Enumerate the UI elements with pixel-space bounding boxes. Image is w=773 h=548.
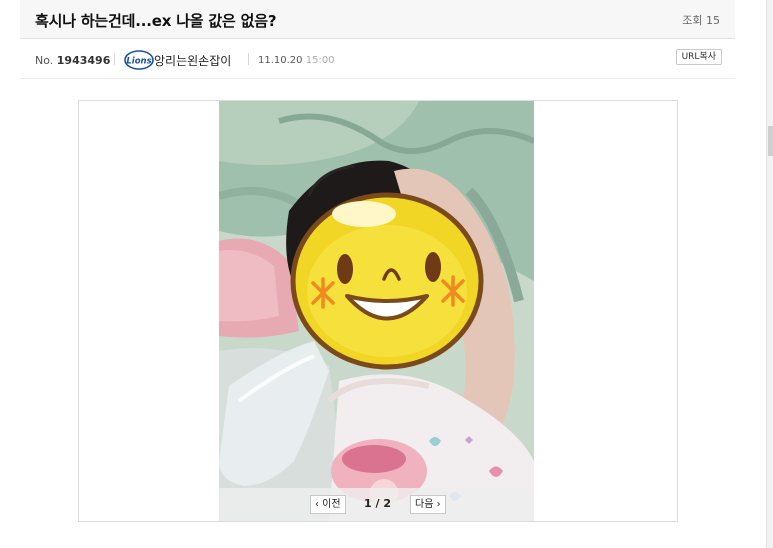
post-number: No. 1943496 [35, 54, 110, 67]
view-count: 조회 15 [682, 14, 720, 27]
author-name[interactable]: 앙리는왼손잡이 [154, 52, 231, 69]
post-time: 15:00 [305, 55, 335, 66]
lions-logo-icon: Lions [124, 50, 154, 70]
page-scrollbar[interactable] [766, 0, 773, 548]
image-counter: 1 / 2 [364, 497, 391, 510]
post-title: 혹시나 하는건데...ex 나올 값은 없음? [35, 12, 277, 30]
post-date-value: 11.10.20 [258, 55, 303, 66]
post-number-label: No. [35, 54, 54, 67]
lions-logo-text: Lions [126, 57, 151, 67]
image-viewer: ‹ 이전 1 / 2 다음 › [78, 100, 678, 522]
post-date: 11.10.20 15:00 [258, 55, 335, 66]
smiley-emoji-icon [290, 192, 484, 370]
url-copy-button[interactable]: URL복사 [675, 49, 722, 65]
next-image-button[interactable]: 다음 › [410, 495, 446, 514]
divider [114, 53, 115, 65]
post-photo[interactable] [219, 101, 534, 521]
post-meta: No. 1943496 Lions 앙리는왼손잡이 11.10.20 15:00… [20, 40, 735, 79]
post-header: 혹시나 하는건데...ex 나올 값은 없음? 조회 15 [20, 0, 735, 39]
post-number-value: 1943496 [56, 54, 111, 67]
prev-image-button[interactable]: ‹ 이전 [310, 495, 346, 514]
post-view: 혹시나 하는건데...ex 나올 값은 없음? 조회 15 No. 194349… [0, 0, 773, 548]
photo-illustration [219, 101, 534, 521]
scrollbar-thumb[interactable] [768, 126, 773, 156]
divider [248, 53, 249, 65]
gallery-pager: ‹ 이전 1 / 2 다음 › [219, 488, 534, 521]
